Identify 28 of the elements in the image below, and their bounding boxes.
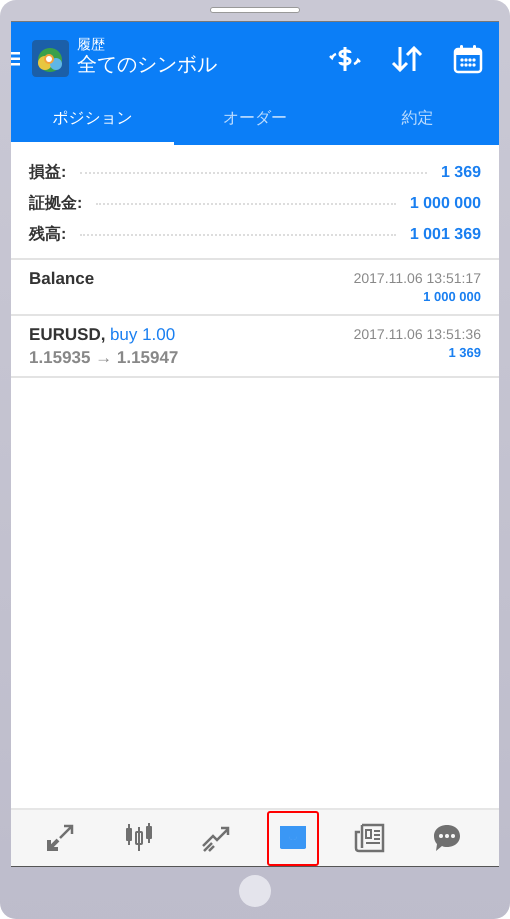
nav-tab[interactable] <box>267 810 319 866</box>
chat-bubble-icon <box>431 822 463 854</box>
deal-profit: 1 000 000 <box>422 288 481 306</box>
calendar-icon[interactable] <box>453 44 483 74</box>
summary-label: 残高: <box>29 224 66 244</box>
candlestick-icon <box>123 822 155 854</box>
app-logo-icon <box>32 40 69 77</box>
summary-value: 1 001 369 <box>410 224 481 244</box>
tab[interactable]: オーダー <box>174 95 336 145</box>
symbol-label: EURUSD, <box>29 325 106 344</box>
deal-time: 2017.11.06 13:51:17 <box>354 269 481 288</box>
tab[interactable]: 約定 <box>336 95 500 145</box>
symbol-filter-title[interactable]: 全てのシンボル <box>77 52 217 78</box>
summary-value: 1 369 <box>440 162 481 182</box>
sort-icon[interactable] <box>391 44 423 72</box>
deal-time: 2017.11.06 13:51:36 <box>354 325 481 344</box>
menu-icon[interactable] <box>11 52 20 66</box>
summary-label: 証拠金: <box>29 193 82 214</box>
summary-label: 損益: <box>29 162 66 182</box>
price-change: 1.15935 → 1.15947 <box>29 348 178 368</box>
currency-exchange-icon[interactable] <box>329 44 361 72</box>
deal-title: Balance <box>29 268 94 290</box>
summary-value: 1 000 000 <box>410 194 481 214</box>
deal-profit: 1 369 <box>447 344 481 362</box>
newspaper-icon <box>354 822 386 854</box>
screen-subtitle: 履歴 <box>77 36 106 52</box>
trade-action: buy 1.00 <box>110 325 176 344</box>
tab[interactable]: ポジション <box>11 95 174 145</box>
